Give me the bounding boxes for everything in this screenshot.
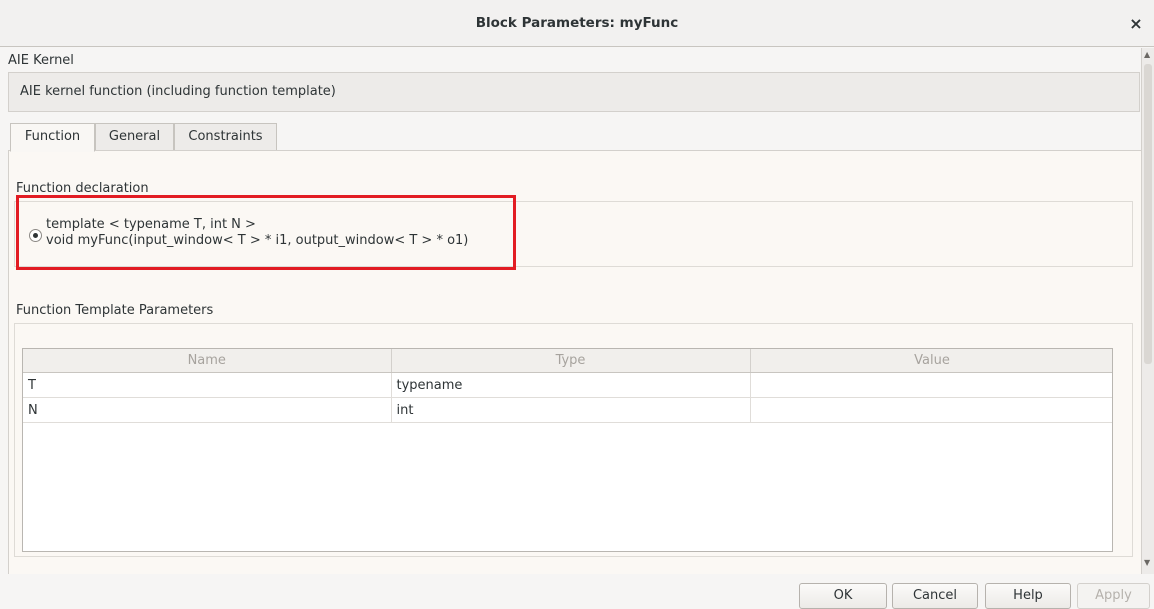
column-header-value[interactable]: Value (750, 349, 1112, 373)
function-declaration-group: template < typename T, int N > void myFu… (14, 201, 1133, 267)
declaration-text: template < typename T, int N > void myFu… (46, 217, 468, 249)
ok-button[interactable]: OK (799, 583, 887, 609)
scrollbar-thumb[interactable] (1144, 64, 1152, 364)
vertical-scrollbar[interactable]: ▲ ▼ (1141, 48, 1154, 574)
cancel-button[interactable]: Cancel (892, 583, 978, 609)
cell-name[interactable]: N (23, 397, 392, 423)
cell-type[interactable]: int (391, 397, 751, 423)
template-parameters-table: Name Type Value T typename N int (22, 348, 1113, 552)
dialog-content: AIE Kernel AIE kernel function (includin… (0, 48, 1141, 574)
template-parameters-label: Function Template Parameters (16, 303, 214, 318)
function-tab-panel: Function declaration template < typename… (8, 150, 1141, 574)
column-header-name[interactable]: Name (23, 349, 392, 373)
tab-constraints[interactable]: Constraints (174, 123, 277, 151)
cell-value[interactable] (750, 372, 1112, 398)
column-header-type[interactable]: Type (391, 349, 751, 373)
title-bar: Block Parameters: myFunc × (0, 0, 1154, 47)
dialog-buttons: OK Cancel Help Apply (0, 574, 1154, 609)
table-header: Name Type Value (23, 349, 1112, 373)
help-button[interactable]: Help (985, 583, 1071, 609)
section-description: AIE kernel function (including function … (8, 72, 1140, 112)
section-title: AIE Kernel (8, 53, 74, 68)
declaration-line-2: void myFunc(input_window< T > * i1, outp… (46, 233, 469, 248)
declaration-line-1: template < typename T, int N > (46, 217, 256, 232)
declaration-radio[interactable] (29, 229, 42, 242)
cell-value[interactable] (750, 397, 1112, 423)
cell-name[interactable]: T (23, 372, 392, 398)
scroll-up-icon[interactable]: ▲ (1144, 50, 1150, 59)
tab-general[interactable]: General (95, 123, 174, 151)
cell-type[interactable]: typename (391, 372, 751, 398)
close-icon[interactable]: × (1126, 14, 1146, 34)
tab-function[interactable]: Function (10, 123, 95, 152)
function-declaration-label: Function declaration (16, 181, 149, 196)
window-title: Block Parameters: myFunc (475, 15, 679, 31)
scroll-down-icon[interactable]: ▼ (1144, 558, 1150, 567)
table-row[interactable]: T typename (23, 372, 1112, 398)
table-row[interactable]: N int (23, 397, 1112, 423)
apply-button[interactable]: Apply (1077, 583, 1150, 609)
